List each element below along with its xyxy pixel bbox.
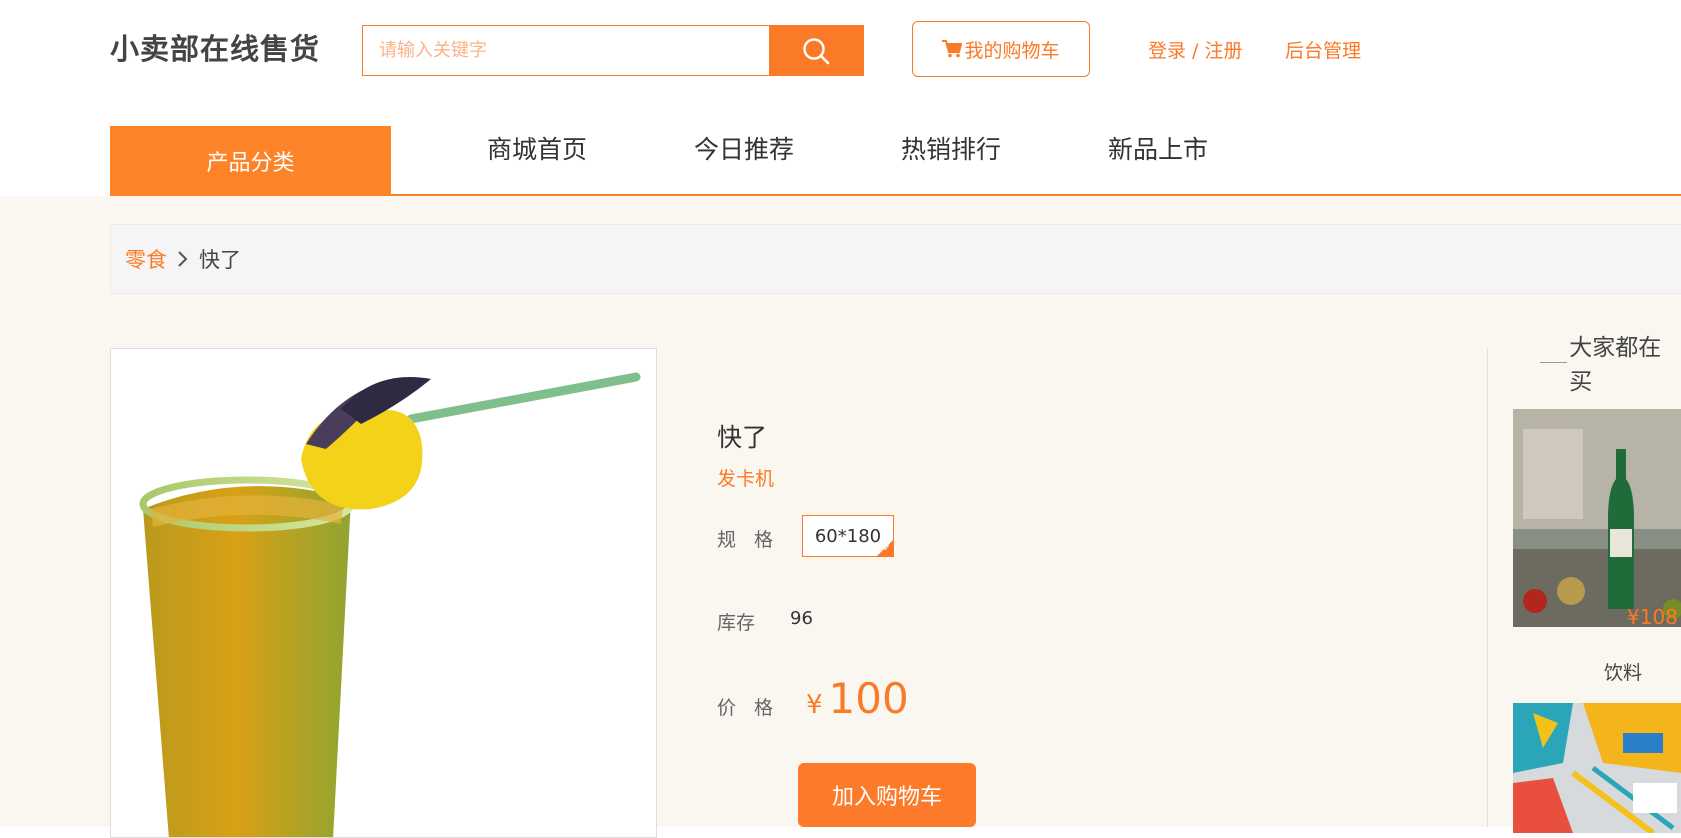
my-cart-button[interactable]: 我的购物车 (912, 21, 1090, 77)
stock-label: 库存 (717, 612, 756, 634)
sidebar-title-text: 大家都在买 (1569, 335, 1662, 395)
spec-option[interactable]: 60*180 ✓ (802, 515, 894, 557)
spec-value: 60*180 (814, 525, 882, 547)
add-to-cart-button[interactable]: 加入购物车 (798, 763, 976, 827)
price-label: 价 格 (717, 697, 780, 719)
cart-icon (942, 40, 963, 58)
product-category-tab[interactable]: 产品分类 (110, 126, 391, 196)
main-content: 零食 快了 快了 发卡机 规 格 60*180 ✓ 库存 96 价 格 ¥ 10… (0, 196, 1681, 838)
nav-item-recommend[interactable]: 今日推荐 (694, 130, 794, 166)
login-register-link[interactable]: 登录 / 注册 (1148, 36, 1242, 63)
recommended-product-image-2[interactable] (1513, 703, 1681, 833)
product-price: ¥ 100 (806, 674, 909, 723)
nav-item-home[interactable]: 商城首页 (487, 130, 587, 166)
breadcrumb-current: 快了 (199, 248, 241, 272)
recommended-price: ¥108 (1627, 605, 1678, 629)
search-input[interactable] (363, 26, 769, 75)
title-dash (1540, 361, 1568, 363)
sidebar-title: 大家都在买 (1540, 328, 1681, 396)
currency-symbol: ¥ (806, 690, 823, 720)
product-name: 快了 (717, 423, 768, 452)
nav-item-new-arrivals[interactable]: 新品上市 (1108, 130, 1208, 166)
header: 小卖部在线售货 我的购物车 登录 / 注册 后台管理 产品分类 商城首页 今日推… (0, 0, 1681, 196)
chevron-right-icon (177, 250, 189, 268)
product-image (110, 348, 657, 838)
breadcrumb: 零食 快了 (110, 224, 1681, 294)
nav-item-bestsellers[interactable]: 热销排行 (901, 130, 1001, 166)
search-bar (362, 25, 864, 76)
search-icon (803, 37, 830, 64)
check-icon: ✓ (882, 543, 891, 554)
admin-link[interactable]: 后台管理 (1285, 36, 1361, 63)
recommended-product-image[interactable] (1513, 409, 1681, 627)
spec-label: 规 格 (717, 529, 780, 551)
sidebar-divider (1487, 348, 1488, 827)
cart-label: 我的购物车 (964, 39, 1060, 62)
search-button[interactable] (769, 26, 863, 75)
price-value: 100 (828, 674, 909, 723)
product-subtitle: 发卡机 (717, 468, 775, 490)
stock-value: 96 (790, 608, 813, 629)
breadcrumb-category[interactable]: 零食 (125, 244, 167, 274)
site-logo[interactable]: 小卖部在线售货 (110, 26, 320, 68)
recommended-caption[interactable]: 饮料 (1604, 658, 1642, 685)
